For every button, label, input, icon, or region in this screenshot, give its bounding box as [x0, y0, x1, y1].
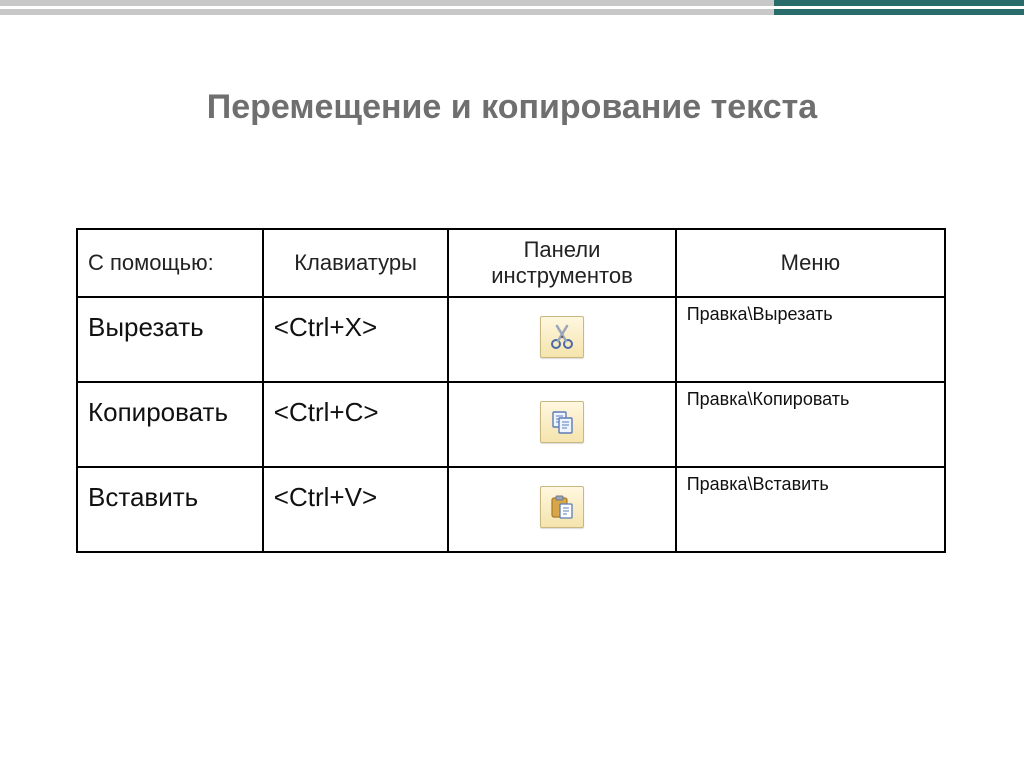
shortcut-paste: <Ctrl+V> — [263, 467, 449, 552]
header-toolbar: Панели инструментов — [448, 229, 675, 297]
action-copy: Копировать — [77, 382, 263, 467]
shortcut-cut: <Ctrl+X> — [263, 297, 449, 382]
shortcuts-table-container: С помощью: Клавиатуры Панели инструменто… — [76, 228, 946, 553]
header-menu: Меню — [676, 229, 945, 297]
header-keyboard: Клавиатуры — [263, 229, 449, 297]
slide-title: Перемещение и копирование текста — [0, 88, 1024, 127]
menu-path-cut: Правка\Вырезать — [676, 297, 945, 382]
menu-path-copy: Правка\Копировать — [676, 382, 945, 467]
action-cut: Вырезать — [77, 297, 263, 382]
cut-icon — [540, 316, 584, 358]
toolbar-icon-copy-cell — [448, 382, 675, 467]
toolbar-icon-paste-cell — [448, 467, 675, 552]
action-paste: Вставить — [77, 467, 263, 552]
header-with: С помощью: — [77, 229, 263, 297]
table-row: Вырезать <Ctrl+X> Правка\Вырезать — [77, 297, 945, 382]
menu-path-paste: Правка\Вставить — [676, 467, 945, 552]
toolbar-icon-cut-cell — [448, 297, 675, 382]
shortcuts-table: С помощью: Клавиатуры Панели инструменто… — [76, 228, 946, 553]
table-header-row: С помощью: Клавиатуры Панели инструменто… — [77, 229, 945, 297]
copy-icon — [540, 401, 584, 443]
paste-icon — [540, 486, 584, 528]
shortcut-copy: <Ctrl+C> — [263, 382, 449, 467]
table-row: Копировать <Ctrl+C> Правка\Коп — [77, 382, 945, 467]
table-row: Вставить <Ctrl+V> Правка\Вставить — [77, 467, 945, 552]
decorative-top-band — [0, 0, 1024, 16]
